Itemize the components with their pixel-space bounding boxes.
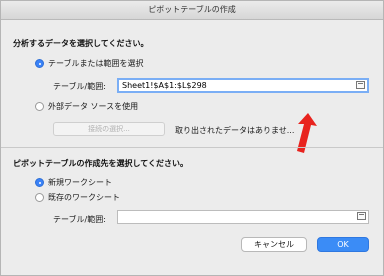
choose-connection-button[interactable]: 接続の選択... [53, 122, 165, 136]
cancel-button[interactable]: キャンセル [241, 237, 307, 252]
create-pivottable-dialog: ピボットテーブルの作成 分析するデータを選択してください。 テーブルまたは範囲を… [0, 0, 384, 276]
radio-selected-icon[interactable] [35, 178, 44, 187]
radio-select-table-range-label: テーブルまたは範囲を選択 [48, 59, 144, 68]
range-picker-icon[interactable] [356, 81, 365, 89]
range-picker-icon[interactable] [357, 212, 366, 220]
radio-existing-worksheet-label: 既存のワークシート [48, 193, 120, 202]
source-section-heading: 分析するデータを選択してください。 [13, 39, 149, 48]
source-table-range-value: Sheet1!$A$1:$L$298 [122, 81, 207, 90]
title-bar: ピボットテーブルの作成 [1, 1, 383, 20]
radio-select-table-range[interactable]: テーブルまたは範囲を選択 [35, 58, 144, 69]
radio-new-worksheet-label: 新規ワークシート [48, 178, 112, 187]
source-table-range-label: テーブル/範囲: [53, 82, 106, 91]
radio-external-source-label: 外部データ ソースを使用 [48, 102, 139, 111]
radio-new-worksheet[interactable]: 新規ワークシート [35, 177, 112, 188]
destination-table-range-input[interactable] [117, 210, 369, 224]
source-table-range-input[interactable]: Sheet1!$A$1:$L$298 [117, 78, 369, 93]
no-data-retrieved-text: 取り出されたデータはありませ... [175, 126, 295, 135]
section-divider [1, 147, 383, 148]
radio-external-source[interactable]: 外部データ ソースを使用 [35, 101, 138, 112]
radio-unselected-icon[interactable] [35, 193, 44, 202]
destination-section-heading: ピボットテーブルの作成先を選択してください。 [13, 159, 189, 168]
destination-table-range-label: テーブル/範囲: [53, 215, 106, 224]
ok-button[interactable]: OK [317, 237, 369, 252]
radio-selected-icon[interactable] [35, 59, 44, 68]
radio-existing-worksheet[interactable]: 既存のワークシート [35, 192, 120, 203]
radio-unselected-icon[interactable] [35, 102, 44, 111]
dialog-title: ピボットテーブルの作成 [148, 5, 236, 14]
